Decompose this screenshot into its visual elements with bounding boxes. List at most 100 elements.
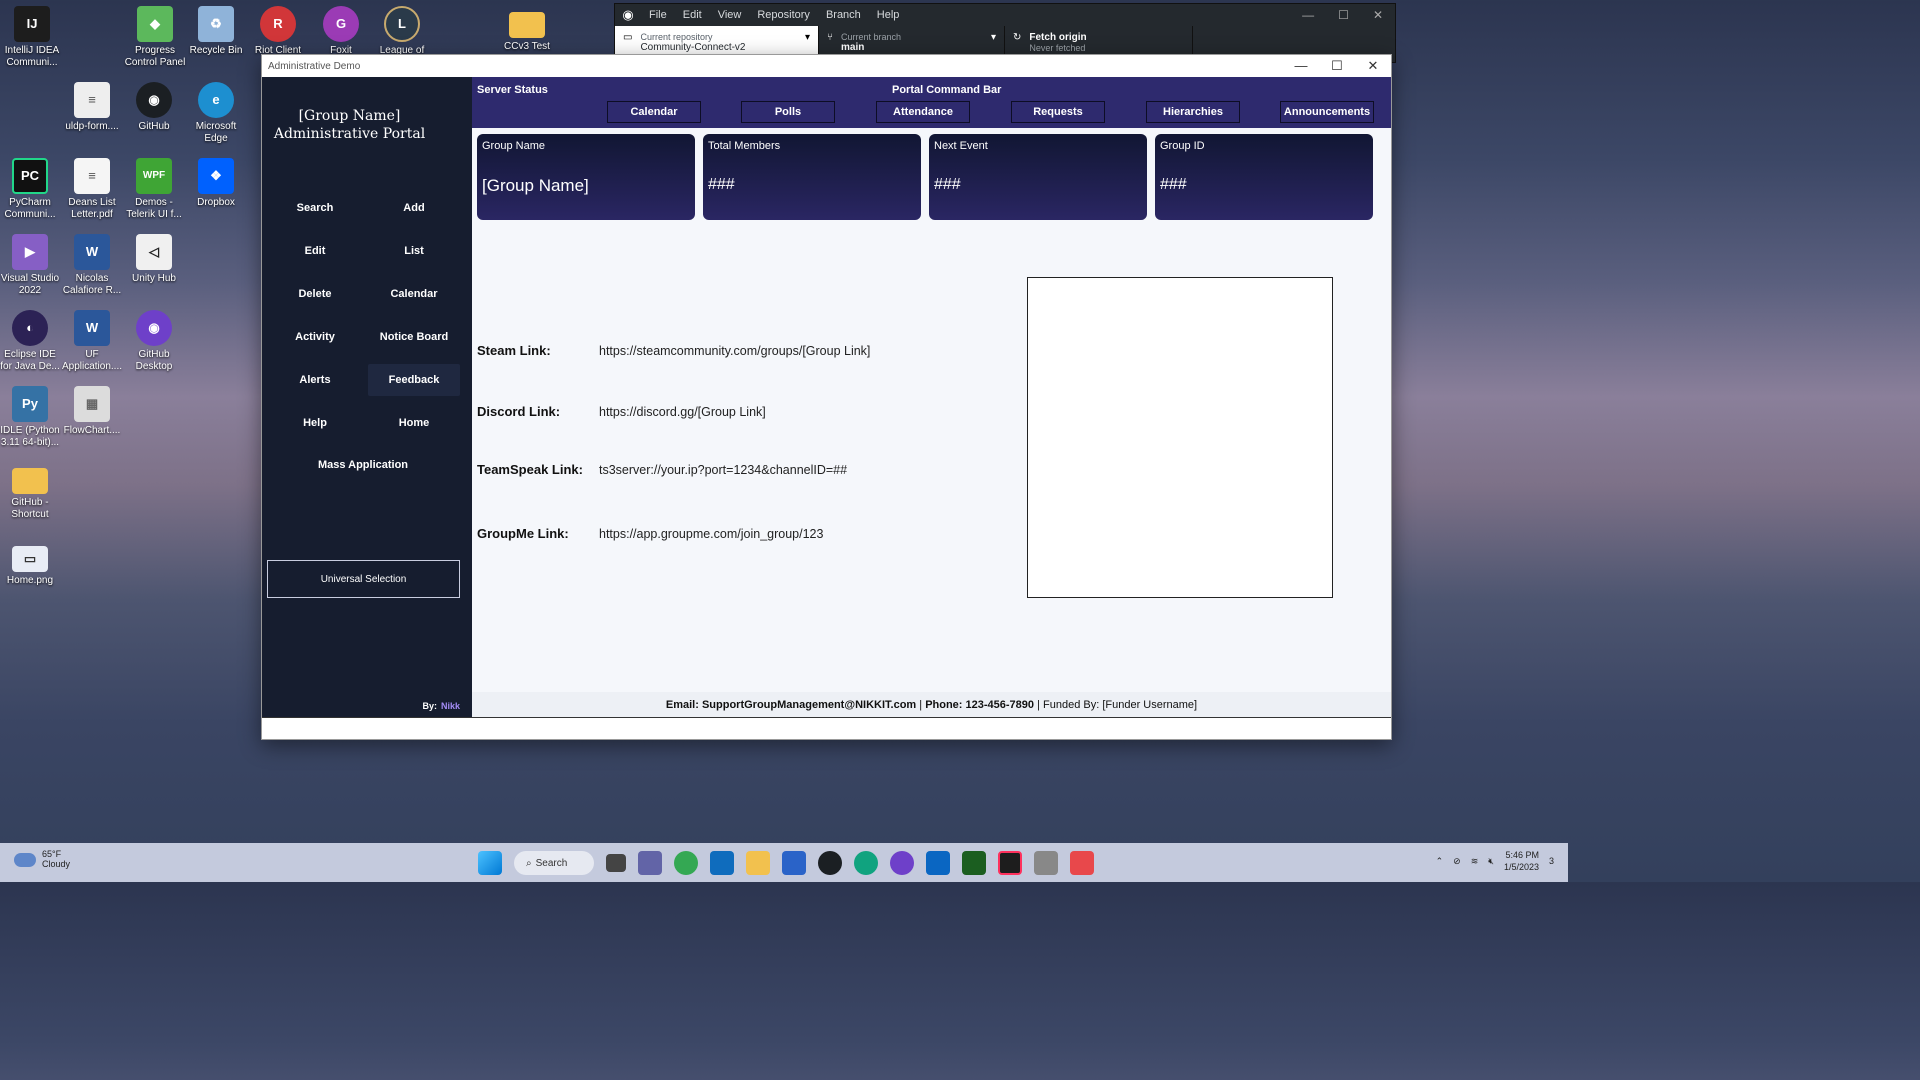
desktop-icon-ccv3[interactable]: CCv3 Test — [495, 6, 559, 53]
nav-edit-button[interactable]: Edit — [269, 235, 361, 267]
progress-icon: ◆ — [137, 6, 173, 42]
menu-repository[interactable]: Repository — [749, 9, 818, 21]
network-off-icon[interactable]: ⊘ — [1453, 856, 1461, 867]
weather-condition: Cloudy — [42, 859, 71, 869]
clock-date: 1/5/2023 — [1503, 862, 1539, 872]
cmd-polls-button[interactable]: Polls — [741, 101, 835, 123]
desktop-icon-telerik[interactable]: WPF Demos - Telerik UI f... — [122, 158, 186, 221]
menu-edit[interactable]: Edit — [675, 9, 710, 21]
nav-feedback-button[interactable]: Feedback — [368, 364, 460, 396]
chatgpt-icon[interactable] — [854, 851, 878, 875]
wifi-icon[interactable]: ≋ — [1471, 856, 1479, 867]
nav-alerts-button[interactable]: Alerts — [269, 364, 361, 396]
cmd-attendance-button[interactable]: Attendance — [876, 101, 970, 123]
nav-activity-button[interactable]: Activity — [269, 321, 361, 353]
desktop-icon-dropbox[interactable]: ❖ Dropbox — [184, 158, 248, 209]
desktop-icon-unity-hub[interactable]: ◁ Unity Hub — [122, 234, 186, 285]
desktop-icon-github[interactable]: ◉ GitHub — [122, 82, 186, 133]
desktop-icon-visual-studio[interactable]: ▶ Visual Studio 2022 — [0, 234, 62, 297]
github-icon[interactable] — [818, 851, 842, 875]
minimize-icon[interactable]: — — [1283, 58, 1319, 74]
notification-count[interactable]: 3 — [1549, 856, 1554, 866]
github-window-controls: — ☐ ✕ — [1302, 8, 1395, 22]
desktop-icon-flowchart[interactable]: ▦ FlowChart.... — [60, 386, 124, 437]
desktop-icon-idle[interactable]: Py IDLE (Python 3.11 64-bit)... — [0, 386, 62, 449]
desktop-icon-progress[interactable]: ◆ Progress Control Panel — [123, 6, 187, 69]
desktop-icon-pycharm[interactable]: PC PyCharm Communi... — [0, 158, 62, 221]
cmd-requests-button[interactable]: Requests — [1011, 101, 1105, 123]
nav-delete-button[interactable]: Delete — [269, 278, 361, 310]
discord-link-value[interactable]: https://discord.gg/[Group Link] — [599, 405, 766, 419]
task-view-icon[interactable] — [606, 854, 626, 872]
group-image-box[interactable] — [1027, 277, 1333, 598]
desktop-icon-uldp-form[interactable]: ≡ uldp-form.... — [60, 82, 124, 133]
nav-calendar-button[interactable]: Calendar — [368, 278, 460, 310]
stock-app-icon[interactable] — [962, 851, 986, 875]
nav-list-button[interactable]: List — [368, 235, 460, 267]
chevron-up-icon[interactable]: ⌃ — [1436, 856, 1444, 867]
menu-view[interactable]: View — [710, 9, 750, 21]
cmd-hierarchies-button[interactable]: Hierarchies — [1146, 101, 1240, 123]
nav-mass-application-button[interactable]: Mass Application — [302, 449, 424, 481]
footer-email: Email: SupportGroupManagement@NIKKIT.com — [665, 698, 917, 711]
admin-app-icon[interactable] — [1034, 851, 1058, 875]
close-icon[interactable]: ✕ — [1373, 8, 1383, 22]
maximize-icon[interactable]: ☐ — [1319, 58, 1355, 74]
menu-help[interactable]: Help — [869, 9, 908, 21]
nav-home-button[interactable]: Home — [368, 407, 460, 439]
card-value: [Group Name] — [482, 176, 589, 195]
windows-start-icon[interactable] — [478, 851, 502, 875]
server-status-label[interactable]: Server Status — [477, 84, 548, 96]
close-icon[interactable]: ✕ — [1355, 58, 1391, 74]
nav-notice-board-button[interactable]: Notice Board — [368, 321, 460, 353]
cmd-announcements-button[interactable]: Announcements — [1280, 101, 1374, 123]
card-value: ### — [1160, 176, 1187, 193]
desktop-icon-recycle-bin[interactable]: ♻ Recycle Bin — [184, 6, 248, 57]
desktop-icon-deans-list[interactable]: ≡ Deans List Letter.pdf — [60, 158, 124, 221]
mail-icon[interactable] — [710, 851, 734, 875]
snipping-tool-icon[interactable] — [1070, 851, 1094, 875]
nav-help-button[interactable]: Help — [269, 407, 361, 439]
menu-file[interactable]: File — [641, 9, 675, 21]
clock[interactable]: 5:46 PM 1/5/2023 — [1504, 849, 1539, 873]
desktop-icon-nicolas-resume[interactable]: W Nicolas Calafiore R... — [60, 234, 124, 297]
weather-widget[interactable]: 65°F Cloudy — [14, 849, 70, 869]
volume-muted-icon[interactable]: 🔇︎ — [1488, 856, 1494, 867]
desktop-icon-riot-client[interactable]: R Riot Client — [246, 6, 310, 57]
minimize-icon[interactable]: — — [1302, 8, 1314, 22]
github-desktop-icon[interactable] — [890, 851, 914, 875]
file-explorer-icon[interactable] — [746, 851, 770, 875]
github-icon: ◉ — [136, 82, 172, 118]
cmd-calendar-button[interactable]: Calendar — [607, 101, 701, 123]
desktop-icon-uf-application[interactable]: W UF Application.... — [60, 310, 124, 373]
desktop-icon-intellij[interactable]: IJ IntelliJ IDEA Communi... — [0, 6, 64, 69]
desktop-icon-foxit[interactable]: G Foxit — [309, 6, 373, 57]
league-icon: L — [384, 6, 420, 42]
fetch-origin-sub: Never fetched — [1029, 43, 1086, 53]
microsoft-store-icon[interactable] — [782, 851, 806, 875]
groupme-link-value[interactable]: https://app.groupme.com/join_group/123 — [599, 527, 823, 541]
nav-add-button[interactable]: Add — [368, 192, 460, 224]
maximize-icon[interactable]: ☐ — [1338, 8, 1349, 22]
taskbar-search[interactable]: ⌕ Search — [514, 851, 594, 875]
desktop-icon-github-desktop[interactable]: ◉ GitHub Desktop — [122, 310, 186, 373]
nav-search-button[interactable]: Search — [269, 192, 361, 224]
desktop-icon-github-shortcut[interactable]: GitHub - Shortcut — [0, 462, 62, 521]
edge-icon: e — [198, 82, 234, 118]
linkedin-icon[interactable] — [926, 851, 950, 875]
desktop-icon-eclipse[interactable]: ◐ Eclipse IDE for Java De... — [0, 310, 62, 373]
universal-selection-button[interactable]: Universal Selection — [267, 560, 460, 598]
chrome-icon[interactable] — [674, 851, 698, 875]
teams-icon[interactable] — [638, 851, 662, 875]
discord-link-label: Discord Link: — [477, 404, 561, 419]
intellij-icon[interactable] — [998, 851, 1022, 875]
teamspeak-link-value[interactable]: ts3server://your.ip?port=1234&channelID=… — [599, 463, 847, 477]
desktop-icon-edge[interactable]: e Microsoft Edge — [184, 82, 248, 145]
word-icon: W — [74, 234, 110, 270]
weather-temperature: 65°F — [42, 849, 62, 859]
desktop-icon-league[interactable]: L League of — [370, 6, 434, 57]
desktop-icon-home-png[interactable]: ▭ Home.png — [0, 546, 62, 587]
steam-link-value[interactable]: https://steamcommunity.com/groups/[Group… — [599, 344, 870, 358]
menu-branch[interactable]: Branch — [818, 9, 869, 21]
taskbar: 65°F Cloudy ⌕ Search ⌃ ⊘ ≋ 🔇︎ 5:46 PM 1/5… — [0, 843, 1568, 882]
